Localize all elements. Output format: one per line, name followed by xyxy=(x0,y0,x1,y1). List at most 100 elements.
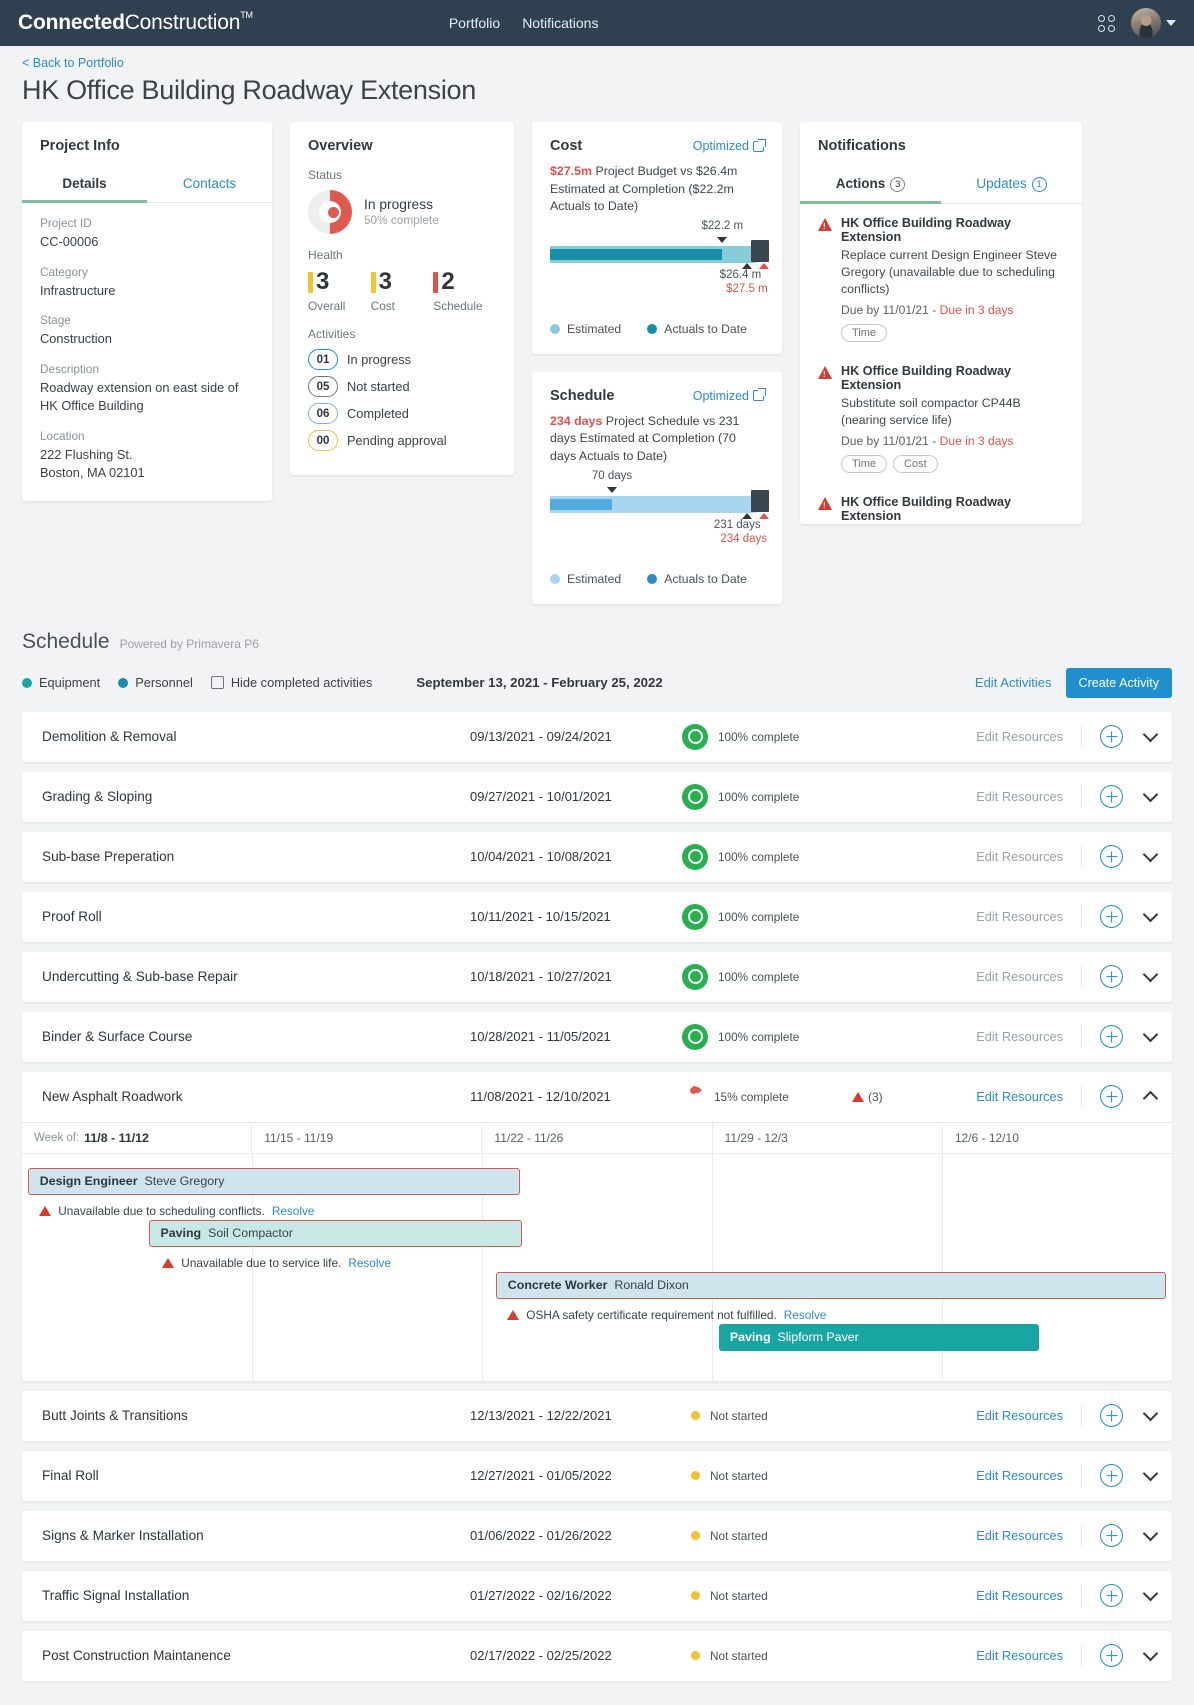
edit-resources-link[interactable]: Edit Resources xyxy=(976,1648,1063,1663)
apps-grid-icon[interactable] xyxy=(1098,14,1115,32)
edit-activities-button[interactable]: Edit Activities xyxy=(975,675,1052,690)
warning-icon xyxy=(852,1091,864,1102)
chevron-down-icon[interactable] xyxy=(1142,966,1159,982)
activity-row[interactable]: Binder & Surface Course 10/28/2021 - 11/… xyxy=(22,1012,1172,1062)
edit-resources-link[interactable]: Edit Resources xyxy=(976,969,1063,984)
add-resource-button[interactable] xyxy=(1100,1524,1123,1548)
schedule-plan-label: 234 days xyxy=(720,532,767,545)
schedule-optimized-link[interactable]: Optimized xyxy=(693,388,766,403)
chevron-down-icon[interactable] xyxy=(1142,1585,1159,1601)
chevron-up-icon[interactable] xyxy=(1142,1090,1159,1107)
gantt-resource-bar[interactable]: Concrete Worker Ronald Dixon xyxy=(495,1271,1167,1299)
activity-completed[interactable]: 06 Completed xyxy=(308,403,496,424)
status-percent-complete: 50% complete xyxy=(364,213,439,227)
add-resource-button[interactable] xyxy=(1100,1584,1123,1608)
nav-link-notifications[interactable]: Notifications xyxy=(522,15,598,31)
add-resource-button[interactable] xyxy=(1100,1644,1123,1668)
edit-resources-link[interactable]: Edit Resources xyxy=(976,849,1063,864)
notification-item[interactable]: HK Office Building Roadway Extension Sub… xyxy=(818,352,1064,483)
add-resource-button[interactable] xyxy=(1100,905,1123,929)
activity-row[interactable]: Final Roll 12/27/2021 - 01/05/2022 Not s… xyxy=(22,1451,1172,1501)
activity-card: Final Roll 12/27/2021 - 01/05/2022 Not s… xyxy=(22,1450,1172,1501)
add-resource-button[interactable] xyxy=(1100,725,1123,749)
chevron-down-icon[interactable] xyxy=(1142,1525,1159,1541)
chevron-down-icon[interactable] xyxy=(1142,1645,1159,1661)
tab-updates[interactable]: Updates 1 xyxy=(941,168,1082,203)
chevron-down-icon[interactable] xyxy=(1142,1026,1159,1042)
notification-item[interactable]: HK Office Building Roadway Extension Rep… xyxy=(818,204,1064,352)
add-resource-button[interactable] xyxy=(1100,1025,1123,1049)
edit-resources-link[interactable]: Edit Resources xyxy=(976,729,1063,744)
chevron-down-icon[interactable] xyxy=(1142,1405,1159,1421)
activity-in-progress[interactable]: 01 In progress xyxy=(308,349,496,370)
hide-completed-checkbox[interactable] xyxy=(210,676,224,690)
tab-details[interactable]: Details xyxy=(22,168,147,203)
activity-row[interactable]: Post Construction Maintanence 02/17/2022… xyxy=(22,1631,1172,1681)
activity-row[interactable]: Signs & Marker Installation 01/06/2022 -… xyxy=(22,1511,1172,1561)
filter-label: Hide completed activities xyxy=(230,675,373,691)
brand-logo[interactable]: ConnectedConstructionTM xyxy=(18,10,253,35)
edit-resources-link[interactable]: Edit Resources xyxy=(976,1089,1063,1104)
user-menu[interactable] xyxy=(1131,8,1176,38)
gantt-resource-warning: OSHA safety certificate requirement not … xyxy=(507,1308,826,1322)
activity-pending-approval[interactable]: 00 Pending approval xyxy=(308,430,496,451)
add-resource-button[interactable] xyxy=(1100,845,1123,869)
notification-item[interactable]: HK Office Building Roadway Extension Rep… xyxy=(818,483,1064,524)
edit-resources-link[interactable]: Edit Resources xyxy=(976,1408,1063,1423)
edit-resources-link[interactable]: Edit Resources xyxy=(976,1468,1063,1483)
cost-optimized-link[interactable]: Optimized xyxy=(693,138,766,153)
schedule-bar-chart: 70 days 231 days 234 days xyxy=(550,470,770,545)
health-caption: Cost xyxy=(370,299,395,313)
activity-row[interactable]: New Asphalt Roadwork 11/08/2021 - 12/10/… xyxy=(22,1072,1172,1122)
equipment-color-dot xyxy=(22,677,32,688)
edit-resources-link[interactable]: Edit Resources xyxy=(976,1588,1063,1603)
chevron-down-icon[interactable] xyxy=(1142,906,1159,922)
tab-contacts[interactable]: Contacts xyxy=(147,168,272,202)
add-resource-button[interactable] xyxy=(1100,785,1123,809)
chevron-down-icon[interactable] xyxy=(1142,1465,1159,1481)
create-activity-button[interactable]: Create Activity xyxy=(1065,667,1172,698)
activity-label: In progress xyxy=(347,352,412,367)
resolve-link[interactable]: Resolve xyxy=(272,1204,315,1218)
filter-equipment[interactable]: Equipment xyxy=(22,675,100,690)
nav-link-portfolio[interactable]: Portfolio xyxy=(449,15,500,31)
gantt-resource-bar[interactable]: Design Engineer Steve Gregory xyxy=(27,1167,520,1195)
activity-not-started[interactable]: 05 Not started xyxy=(308,376,496,397)
activity-row[interactable]: Undercutting & Sub-base Repair 10/18/202… xyxy=(22,952,1172,1002)
gantt-resource-bar[interactable]: Paving Soil Compactor xyxy=(148,1219,523,1247)
progress-text: Not started xyxy=(710,1528,768,1543)
schedule-eac-label: 231 days xyxy=(713,518,761,531)
resolve-link[interactable]: Resolve xyxy=(348,1256,391,1270)
filter-personnel[interactable]: Personnel xyxy=(118,675,193,690)
chevron-down-icon[interactable] xyxy=(1142,726,1159,742)
chevron-down-icon[interactable] xyxy=(1142,846,1159,862)
field-category: Category Infrastructure xyxy=(40,265,254,301)
field-label: Location xyxy=(40,428,85,443)
add-resource-button[interactable] xyxy=(1100,1085,1123,1109)
add-resource-button[interactable] xyxy=(1100,1404,1123,1428)
activity-row[interactable]: Traffic Signal Installation 01/27/2022 -… xyxy=(22,1571,1172,1621)
add-resource-button[interactable] xyxy=(1100,965,1123,989)
schedule-powered-by: Powered by Primavera P6 xyxy=(119,636,259,651)
activity-list: Demolition & Removal 09/13/2021 - 09/24/… xyxy=(22,711,1172,1681)
trademark-symbol: TM xyxy=(240,10,253,20)
resolve-link[interactable]: Resolve xyxy=(784,1308,827,1322)
activity-row[interactable]: Butt Joints & Transitions 12/13/2021 - 1… xyxy=(22,1391,1172,1441)
notifications-list[interactable]: HK Office Building Roadway Extension Rep… xyxy=(818,204,1064,524)
activity-row[interactable]: Sub-base Preperation 10/04/2021 - 10/08/… xyxy=(22,832,1172,882)
filter-hide-completed[interactable]: Hide completed activities xyxy=(210,675,373,691)
add-resource-button[interactable] xyxy=(1100,1464,1123,1488)
activity-row[interactable]: Demolition & Removal 09/13/2021 - 09/24/… xyxy=(22,712,1172,762)
activity-row[interactable]: Grading & Sloping 09/27/2021 - 10/01/202… xyxy=(22,772,1172,822)
activity-row[interactable]: Proof Roll 10/11/2021 - 10/15/2021 100% … xyxy=(22,892,1172,942)
gantt-resource-bar[interactable]: Paving Slipform Paver xyxy=(718,1323,1039,1351)
tab-actions[interactable]: Actions 3 xyxy=(800,168,941,204)
chevron-down-icon[interactable] xyxy=(1142,786,1159,802)
edit-resources-link[interactable]: Edit Resources xyxy=(976,1029,1063,1044)
edit-resources-link[interactable]: Edit Resources xyxy=(976,909,1063,924)
edit-resources-link[interactable]: Edit Resources xyxy=(976,789,1063,804)
health-cost: 3 Cost xyxy=(370,270,434,313)
edit-resources-link[interactable]: Edit Resources xyxy=(976,1528,1063,1543)
back-to-portfolio-link[interactable]: < Back to Portfolio xyxy=(22,46,124,72)
gantt-resource-warning: Unavailable due to service life. Resolve xyxy=(162,1256,391,1270)
